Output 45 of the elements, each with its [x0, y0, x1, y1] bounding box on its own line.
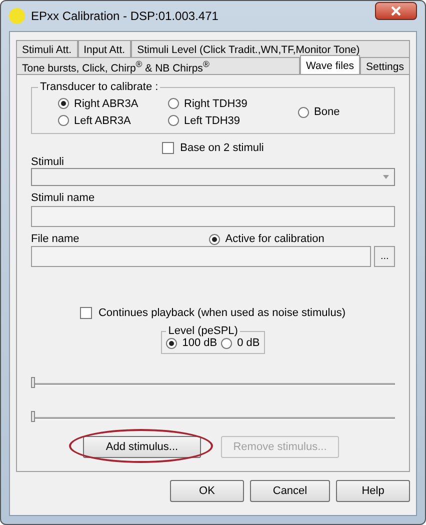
option-label: 0 dB: [237, 337, 260, 349]
checkbox-label: Continues playback (when used as noise stimulus): [98, 307, 346, 319]
window-title: EPxx Calibration - DSP:01.003.471: [31, 9, 220, 23]
tab[interactable]: Tone bursts, Click, Chirp$^{®}$ & NB Chirps$^{®}$: [16, 57, 300, 74]
close-button[interactable]: [375, 2, 417, 20]
dialog-button[interactable]: OK: [170, 480, 244, 502]
option-label: Right TDH39: [184, 98, 248, 110]
file-name-field[interactable]: [31, 246, 372, 267]
tab[interactable]: Wave files: [300, 55, 360, 74]
tab[interactable]: Settings: [360, 57, 410, 74]
tab[interactable]: Stimuli Att.: [16, 40, 78, 57]
stimuli-name-field[interactable]: [31, 206, 395, 227]
checkbox[interactable]: [162, 142, 174, 154]
option-label: 100 dB: [182, 337, 218, 349]
slider-thumb[interactable]: [31, 377, 35, 388]
dialog-button[interactable]: Help: [336, 480, 410, 502]
slider-thumb[interactable]: [31, 411, 35, 422]
tab[interactable]: Stimuli Level (Click Tradit.,WN,TF,Monitor Tone): [131, 40, 410, 57]
option-label: Active for calibration: [225, 233, 324, 245]
option-label: Left ABR3A: [74, 114, 131, 126]
field-label: File name: [31, 233, 80, 245]
dialog-button[interactable]: Cancel: [250, 480, 330, 502]
radio-button[interactable]: [221, 338, 232, 348]
group-title: Transducer to calibrate :: [39, 81, 160, 93]
close-icon: [391, 6, 401, 16]
field-label: Stimuli name: [31, 192, 96, 204]
radio-button[interactable]: [168, 115, 179, 126]
option-label: Right ABR3A: [74, 98, 138, 110]
field-label: Stimuli: [31, 156, 66, 168]
stimulus-button[interactable]: Add stimulus...: [83, 436, 201, 458]
stimuli-dropdown[interactable]: [31, 168, 395, 186]
option-label: Bone: [314, 106, 340, 118]
option-label: Left TDH39: [184, 114, 240, 126]
radio-button[interactable]: [58, 115, 69, 126]
browse-button[interactable]: ...: [374, 246, 395, 267]
radio-button[interactable]: [209, 234, 220, 244]
radio-button[interactable]: [58, 98, 69, 109]
checkbox[interactable]: [80, 307, 92, 319]
app-logo-icon: [9, 8, 25, 24]
radio-button[interactable]: [166, 338, 178, 348]
group-title: Level (peSPL): [167, 325, 239, 337]
checkbox-label: Base on 2 stimuli: [180, 142, 264, 154]
tab[interactable]: Input Att.: [78, 40, 132, 57]
radio-button[interactable]: [298, 106, 309, 118]
radio-button[interactable]: [168, 98, 179, 109]
